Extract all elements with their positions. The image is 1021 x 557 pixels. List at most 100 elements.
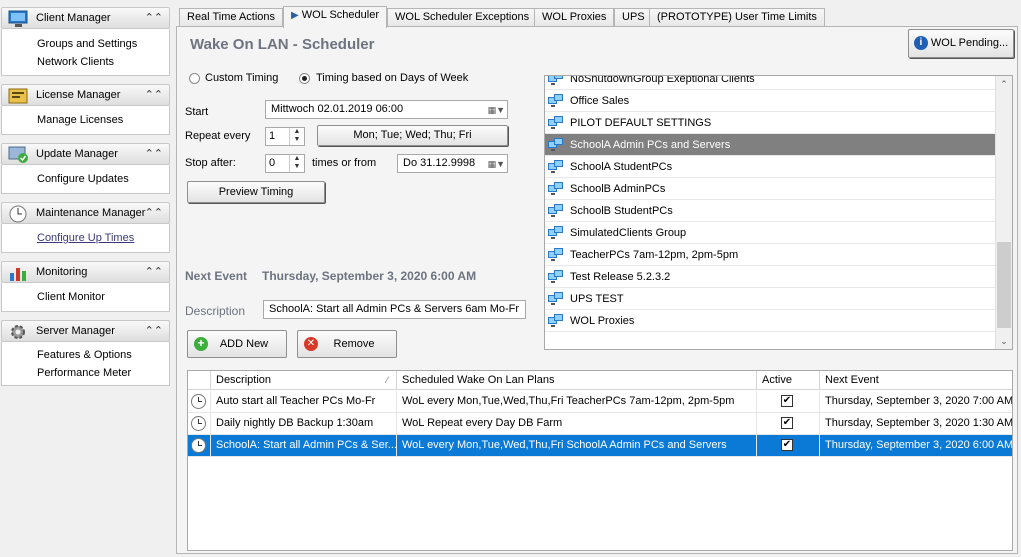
stepper-up-icon[interactable]: ▲ <box>290 128 304 136</box>
column-header-plans[interactable]: Scheduled Wake On Lan Plans <box>397 371 757 390</box>
days-of-week-radio[interactable] <box>299 73 310 84</box>
group-header-maintenance-manager[interactable]: Maintenance Manager ⌃⌃ <box>1 202 170 224</box>
network-group-icon <box>548 138 563 151</box>
sidebar-item-network-clients[interactable]: Network Clients <box>2 53 169 71</box>
page-title: Wake On LAN - Scheduler <box>190 36 375 53</box>
stepper-up-icon[interactable]: ▲ <box>290 155 304 163</box>
active-checkbox[interactable]: ✔ <box>781 395 793 407</box>
clock-icon <box>191 394 206 409</box>
list-item[interactable]: TeacherPCs 7am-12pm, 2pm-5pm <box>545 244 995 266</box>
collapse-icon[interactable]: ⌃⌃ <box>145 203 163 223</box>
group-header-license-manager[interactable]: License Manager ⌃⌃ <box>1 84 170 106</box>
tab-wol-scheduler[interactable]: ▶ WOL Scheduler <box>283 6 388 28</box>
table-row[interactable]: Auto start all Teacher PCs Mo-Fr WoL ever… <box>188 391 1012 413</box>
column-header-next-event[interactable]: Next Event <box>820 371 1012 390</box>
sidebar-item-configure-updates[interactable]: Configure Updates <box>2 170 169 188</box>
group-monitoring: Monitoring ⌃⌃ Client Monitor <box>1 261 170 312</box>
sidebar-item-client-monitor[interactable]: Client Monitor <box>2 288 169 306</box>
tab-prototype-user-time-limits[interactable]: (PROTOTYPE) User Time Limits <box>649 8 825 27</box>
collapse-icon[interactable]: ⌃⌃ <box>145 144 163 164</box>
list-item[interactable]: Office Sales <box>545 90 995 112</box>
row-icon-cell <box>188 413 211 434</box>
active-checkbox[interactable]: ✔ <box>781 417 793 429</box>
preview-timing-button[interactable]: Preview Timing <box>187 181 325 203</box>
list-item[interactable]: WOL Proxies <box>545 310 995 332</box>
group-title: License Manager <box>36 89 121 101</box>
add-new-button[interactable]: + ADD New <box>187 330 287 358</box>
list-item-label: SimulatedClients Group <box>570 227 687 239</box>
list-item-label: SchoolA Admin PCs and Servers <box>570 139 731 151</box>
table-row[interactable]: SchoolA: Start all Admin PCs & Ser... WoL… <box>188 435 1012 457</box>
scroll-down-icon[interactable]: ⌄ <box>996 333 1012 349</box>
description-input[interactable]: SchoolA: Start all Admin PCs & Servers 6… <box>263 300 526 319</box>
calendar-dropdown-icon[interactable]: ▦▼ <box>483 156 505 171</box>
start-datetime-picker[interactable]: Mittwoch 02.01.2019 06:00 ▦▼ <box>265 100 508 119</box>
sidebar-item-manage-licenses[interactable]: Manage Licenses <box>2 111 169 129</box>
list-item[interactable]: NoShutdownGroup Exeptional Clients <box>545 76 995 90</box>
tab-wol-proxies[interactable]: WOL Proxies <box>534 8 615 27</box>
tab-real-time-actions[interactable]: Real Time Actions <box>179 8 284 27</box>
active-checkbox[interactable]: ✔ <box>781 439 793 451</box>
list-item[interactable]: UPS TEST <box>545 288 995 310</box>
tab-wol-scheduler-exceptions[interactable]: WOL Scheduler Exceptions <box>387 8 538 27</box>
list-item[interactable]: SchoolB AdminPCs <box>545 178 995 200</box>
wol-pending-button[interactable]: i WOL Pending... <box>908 29 1014 58</box>
collapse-icon[interactable]: ⌃⌃ <box>145 321 163 341</box>
list-item[interactable]: PILOT DEFAULT SETTINGS <box>545 112 995 134</box>
stop-date-picker[interactable]: Do 31.12.9998 ▦▼ <box>397 154 508 173</box>
group-header-update-manager[interactable]: Update Manager ⌃⌃ <box>1 143 170 165</box>
network-group-icon <box>548 270 563 283</box>
list-item[interactable]: Test Release 5.2.3.2 <box>545 266 995 288</box>
cell-next-event: Thursday, September 3, 2020 7:00 AM <box>825 395 1012 407</box>
network-group-icon <box>548 116 563 129</box>
list-item-label: UPS TEST <box>570 293 624 305</box>
stop-after-stepper[interactable]: 0 ▲ ▼ <box>265 154 305 173</box>
column-label: Description <box>216 374 272 386</box>
client-group-list[interactable]: NoShutdownGroup Exeptional Clients Office… <box>544 75 1013 350</box>
scroll-up-icon[interactable]: ⌃ <box>996 76 1012 92</box>
stepper-down-icon[interactable]: ▼ <box>290 136 304 144</box>
group-client-manager: Client Manager ⌃⌃ Groups and Settings Ne… <box>1 7 170 76</box>
stepper-down-icon[interactable]: ▼ <box>290 163 304 171</box>
info-icon: i <box>913 36 928 51</box>
repeat-stepper[interactable]: 1 ▲ ▼ <box>265 127 305 146</box>
group-title: Server Manager <box>36 325 115 337</box>
column-header-description[interactable]: Description ⁄ <box>211 371 397 390</box>
monitor-icon <box>8 10 28 27</box>
group-header-server-manager[interactable]: Server Manager ⌃⌃ <box>1 320 170 342</box>
days-of-week-button[interactable]: Mon; Tue; Wed; Thu; Fri <box>317 125 508 146</box>
remove-icon: ✕ <box>304 337 318 351</box>
remove-button[interactable]: ✕ Remove <box>297 330 397 358</box>
list-item-label: TeacherPCs 7am-12pm, 2pm-5pm <box>570 249 739 261</box>
group-title: Client Manager <box>36 12 111 24</box>
cell-description: Daily nightly DB Backup 1:30am <box>211 413 397 434</box>
stop-date-value: Do 31.12.9998 <box>403 157 476 169</box>
list-item[interactable]: SchoolB StudentPCs <box>545 200 995 222</box>
group-header-client-manager[interactable]: Client Manager ⌃⌃ <box>1 7 170 29</box>
table-header-blank <box>188 371 211 390</box>
column-header-active[interactable]: Active <box>757 371 820 390</box>
list-item[interactable]: SchoolA Admin PCs and Servers <box>545 134 995 156</box>
tab-ups[interactable]: UPS <box>614 8 653 27</box>
scrollbar-thumb[interactable] <box>997 242 1011 328</box>
sidebar-item-performance-meter[interactable]: Performance Meter <box>2 364 169 382</box>
list-item[interactable]: SchoolA StudentPCs <box>545 156 995 178</box>
group-header-monitoring[interactable]: Monitoring ⌃⌃ <box>1 261 170 283</box>
list-item[interactable]: SimulatedClients Group <box>545 222 995 244</box>
sidebar-item-groups-and-settings[interactable]: Groups and Settings <box>2 35 169 53</box>
list-scrollbar[interactable]: ⌃ ⌄ <box>995 76 1012 349</box>
schedule-table: Description ⁄ Scheduled Wake On Lan Plans… <box>187 370 1013 551</box>
collapse-icon[interactable]: ⌃⌃ <box>145 8 163 28</box>
collapse-icon[interactable]: ⌃⌃ <box>145 262 163 282</box>
sidebar-item-configure-up-times[interactable]: Configure Up Times <box>2 229 169 247</box>
list-item-label: SchoolA StudentPCs <box>570 161 673 173</box>
collapse-icon[interactable]: ⌃⌃ <box>145 85 163 105</box>
table-row[interactable]: Daily nightly DB Backup 1:30am WoL Repeat… <box>188 413 1012 435</box>
sidebar-item-features-options[interactable]: Features & Options <box>2 346 169 364</box>
update-icon <box>8 146 28 163</box>
group-maintenance-manager: Maintenance Manager ⌃⌃ Configure Up Time… <box>1 202 170 253</box>
calendar-dropdown-icon[interactable]: ▦▼ <box>483 102 505 117</box>
list-item-label: Test Release 5.2.3.2 <box>570 271 671 283</box>
group-license-manager: License Manager ⌃⌃ Manage Licenses <box>1 84 170 135</box>
custom-timing-radio[interactable] <box>189 73 200 84</box>
